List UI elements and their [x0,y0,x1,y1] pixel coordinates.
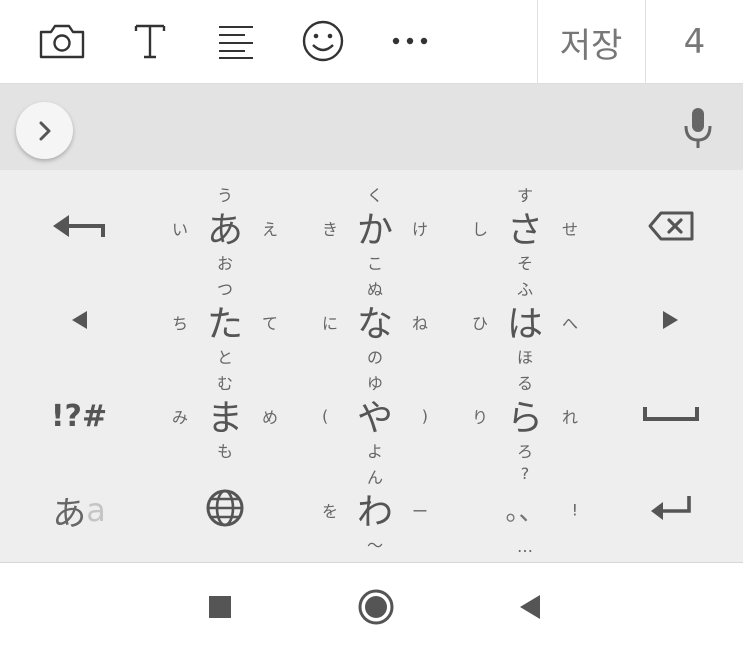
recents-square-icon[interactable] [200,587,240,627]
flick-left: ち [172,314,189,333]
save-button[interactable]: 저장 [538,0,644,84]
symbols-label: !?# [50,398,108,434]
key-sa[interactable]: す し さ せ そ [450,180,600,276]
page-count[interactable]: 4 [646,0,743,84]
system-navigation-bar [0,562,743,650]
key-main-char: や [356,397,394,439]
flick-left: い [172,220,189,239]
globe-icon [205,488,245,532]
text-style-icon[interactable] [126,20,174,62]
flick-left: を [322,502,339,521]
flick-down: と [216,348,234,367]
undo-key[interactable] [4,180,154,276]
flick-right: せ [561,220,578,239]
keyboard-suggestion-bar [0,84,743,170]
key-a[interactable]: う い あ え お [150,180,300,276]
key-ta[interactable]: つ ち た て と [150,274,300,370]
emoji-icon[interactable] [299,20,347,62]
flick-down: そ [516,254,534,273]
key-ma[interactable]: む み ま め も [150,368,300,464]
flick-down: も [216,442,234,461]
flick-left: き [322,220,339,239]
key-main-char: ま [206,397,244,439]
input-mode-key[interactable]: あa [4,462,154,558]
flick-right: め [261,408,278,427]
microphone-icon[interactable] [676,104,720,152]
flick-down: お [216,254,234,273]
backspace-key[interactable] [596,180,743,276]
backspace-icon [647,210,695,246]
key-main-char: 。、 [505,496,545,527]
flick-down: こ [366,254,384,273]
key-ka[interactable]: く き か け こ [300,180,450,276]
key-main-char: た [206,303,244,345]
key-main-char: か [356,209,394,251]
cursor-right-icon [661,309,681,335]
flick-right: ! [571,500,578,520]
key-ha[interactable]: ふ ひ は へ ほ [450,274,600,370]
flick-right: て [261,314,278,333]
back-triangle-icon[interactable] [510,587,550,627]
flick-right: ね [411,314,428,333]
key-na[interactable]: ぬ に な ね の [300,274,450,370]
align-icon[interactable] [212,20,260,62]
enter-key[interactable] [596,462,743,558]
cursor-right-key[interactable] [596,274,743,370]
cursor-left-key[interactable] [4,274,154,370]
chevron-right-icon[interactable] [16,102,73,159]
key-ra[interactable]: る り ら れ ろ [450,368,600,464]
flick-right: え [261,220,278,239]
mode-alpha-label: a [86,491,106,529]
key-wa[interactable]: ん を わ ー 〜 [300,462,450,558]
language-key[interactable] [150,462,300,558]
undo-arrow-icon [51,211,107,245]
space-icon [642,404,700,428]
space-key[interactable] [596,368,743,464]
cursor-left-icon [69,309,89,335]
key-main-char: な [356,303,394,345]
japanese-flick-keyboard: う い あ え お く き か け こ す し さ せ そ つ ち た て と … [0,170,743,562]
flick-down: ろ [516,442,534,461]
flick-left: み [172,408,189,427]
flick-left: ( [322,406,329,426]
key-ya[interactable]: ゆ ( や ) よ [300,368,450,464]
flick-right: ) [421,406,428,426]
more-icon[interactable] [386,20,434,62]
key-main-char: ら [506,397,544,439]
flick-right: け [411,220,428,239]
flick-up: ? [520,464,530,483]
flick-down: 〜 [366,536,384,555]
key-main-char: は [506,303,544,345]
flick-down: … [517,537,533,556]
editor-toolbar: 저장 4 [0,0,743,84]
flick-right: れ [561,408,578,427]
flick-down: ほ [516,348,534,367]
flick-down: の [366,348,384,367]
key-main-char: さ [506,209,544,251]
home-circle-icon[interactable] [356,587,396,627]
flick-down: よ [366,442,384,461]
key-main-char: わ [356,491,394,533]
key-punctuation[interactable]: ? 。、 ! … [450,462,600,558]
camera-icon[interactable] [38,20,86,62]
flick-right: ー [411,502,428,521]
mode-kana-label: あ [52,493,87,534]
flick-right: へ [561,314,578,333]
flick-left: ひ [472,314,489,333]
flick-left: り [472,408,489,427]
flick-left: に [322,314,339,333]
enter-icon [649,493,693,527]
flick-left: し [472,220,489,239]
key-main-char: あ [206,209,244,251]
symbols-key[interactable]: !?# [4,368,154,464]
